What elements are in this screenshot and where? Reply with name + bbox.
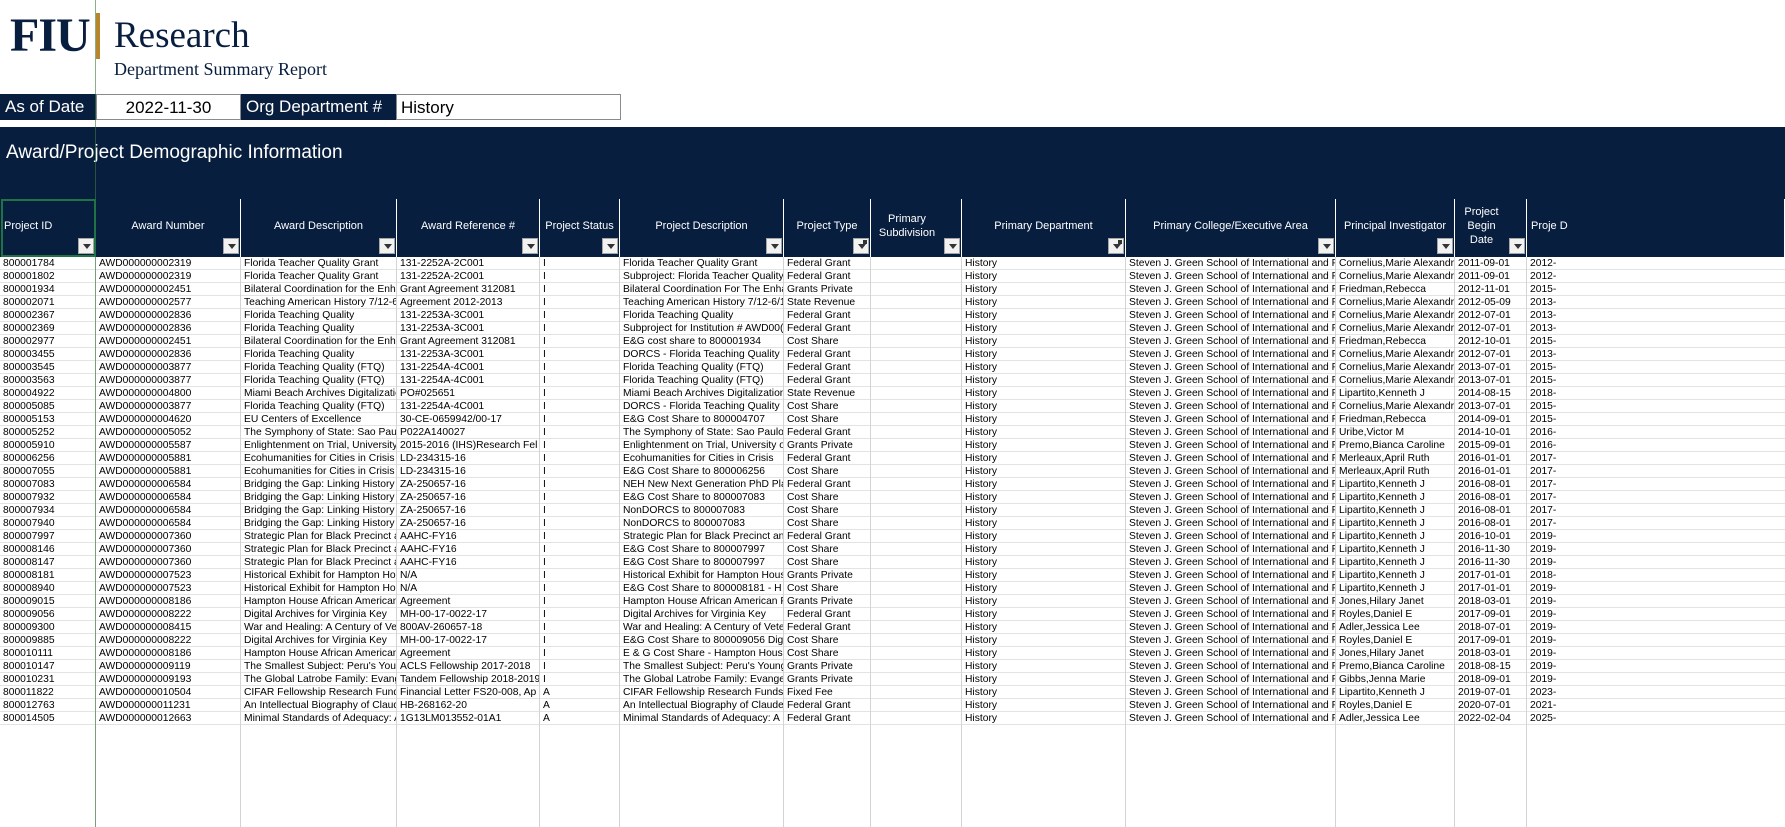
filter-dropdown-icon[interactable] xyxy=(1437,238,1453,254)
column-gridline xyxy=(870,257,871,827)
filter-dropdown-icon[interactable] xyxy=(1318,238,1334,254)
column-header-proje-d[interactable]: Proje D xyxy=(1527,199,1785,257)
filter-dropdown-icon[interactable] xyxy=(522,238,538,254)
filter-dropdown-icon[interactable] xyxy=(853,238,869,254)
filter-dropdown-icon[interactable] xyxy=(602,238,618,254)
filter-dropdown-icon[interactable] xyxy=(1509,238,1525,254)
column-gridline xyxy=(539,257,540,827)
filter-dropdown-icon[interactable] xyxy=(223,238,239,254)
logo-text: FIU xyxy=(10,9,91,62)
column-gridline xyxy=(961,257,962,827)
org-department-value[interactable]: History xyxy=(396,94,621,120)
org-department-label: Org Department # xyxy=(241,94,396,120)
column-gridline xyxy=(1454,257,1455,827)
fiu-logo: FIU xyxy=(10,9,100,62)
column-header-primary-department[interactable]: Primary Department xyxy=(962,199,1126,257)
filter-dropdown-icon[interactable] xyxy=(1108,238,1124,254)
filter-dropdown-icon[interactable] xyxy=(379,238,395,254)
column-gridline xyxy=(1125,257,1126,827)
logo-divider xyxy=(95,13,100,59)
report-subtitle: Department Summary Report xyxy=(114,59,327,79)
column-gridline xyxy=(1526,257,1527,827)
as-of-date-value[interactable]: 2022-11-30 xyxy=(96,94,241,120)
column-gridline xyxy=(783,257,784,827)
row-gridline xyxy=(0,724,1785,725)
section-title: Award/Project Demographic Information xyxy=(6,142,343,163)
filter-dropdown-icon[interactable] xyxy=(766,238,782,254)
frozen-pane-divider xyxy=(95,0,96,827)
column-gridline xyxy=(396,257,397,827)
column-header-project-description[interactable]: Project Description xyxy=(620,199,784,257)
column-header-award-description[interactable]: Award Description xyxy=(241,199,397,257)
selected-cell[interactable] xyxy=(1,199,96,257)
filter-dropdown-icon[interactable] xyxy=(944,238,960,254)
column-header-award-number[interactable]: Award Number xyxy=(96,199,241,257)
column-gridline xyxy=(1335,257,1336,827)
column-header-award-reference[interactable]: Award Reference # xyxy=(397,199,540,257)
column-gridline xyxy=(619,257,620,827)
column-gridline xyxy=(240,257,241,827)
report-brand-title: Research xyxy=(114,15,250,56)
as-of-date-label: As of Date xyxy=(0,94,96,120)
column-header-primary-college-executive-area[interactable]: Primary College/Executive Area xyxy=(1126,199,1336,257)
